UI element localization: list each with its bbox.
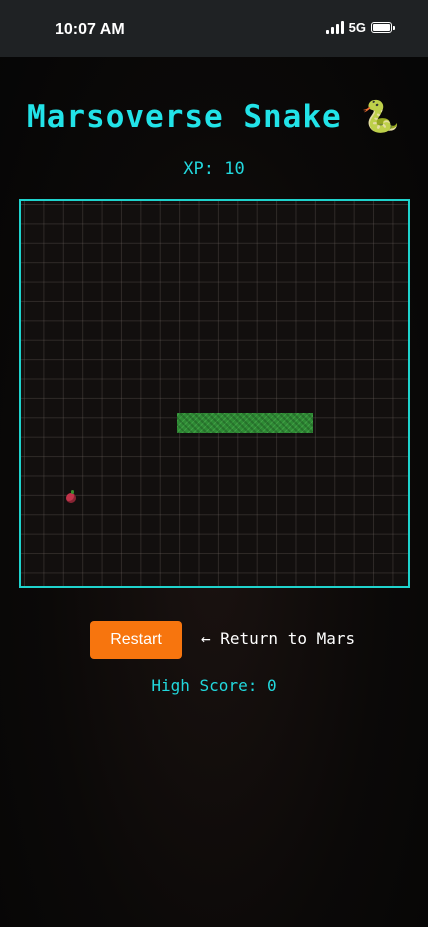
page-title: Marsoverse Snake 🐍 xyxy=(0,98,428,135)
title-text: Marsoverse Snake xyxy=(27,99,342,135)
status-indicators: 5G xyxy=(325,20,395,35)
high-score: High Score: 0 xyxy=(0,676,428,695)
high-score-label: High Score: xyxy=(151,676,258,695)
return-to-mars-link[interactable]: ← Return to Mars xyxy=(201,629,355,648)
apple-icon xyxy=(66,490,76,503)
xp-display: XP: 10 xyxy=(0,159,428,179)
xp-value: 10 xyxy=(224,159,245,179)
game-board[interactable] xyxy=(19,199,410,588)
high-score-value: 0 xyxy=(266,676,277,695)
snake xyxy=(177,413,313,433)
battery-icon xyxy=(371,22,395,33)
status-bar: 10:07 AM 5G xyxy=(0,0,428,57)
xp-label: XP: xyxy=(183,159,214,179)
status-time: 10:07 AM xyxy=(55,21,125,38)
network-label: 5G xyxy=(348,20,366,35)
snake-emoji-icon: 🐍 xyxy=(361,99,401,135)
restart-button[interactable]: Restart xyxy=(90,621,182,659)
signal-icon xyxy=(325,21,344,34)
